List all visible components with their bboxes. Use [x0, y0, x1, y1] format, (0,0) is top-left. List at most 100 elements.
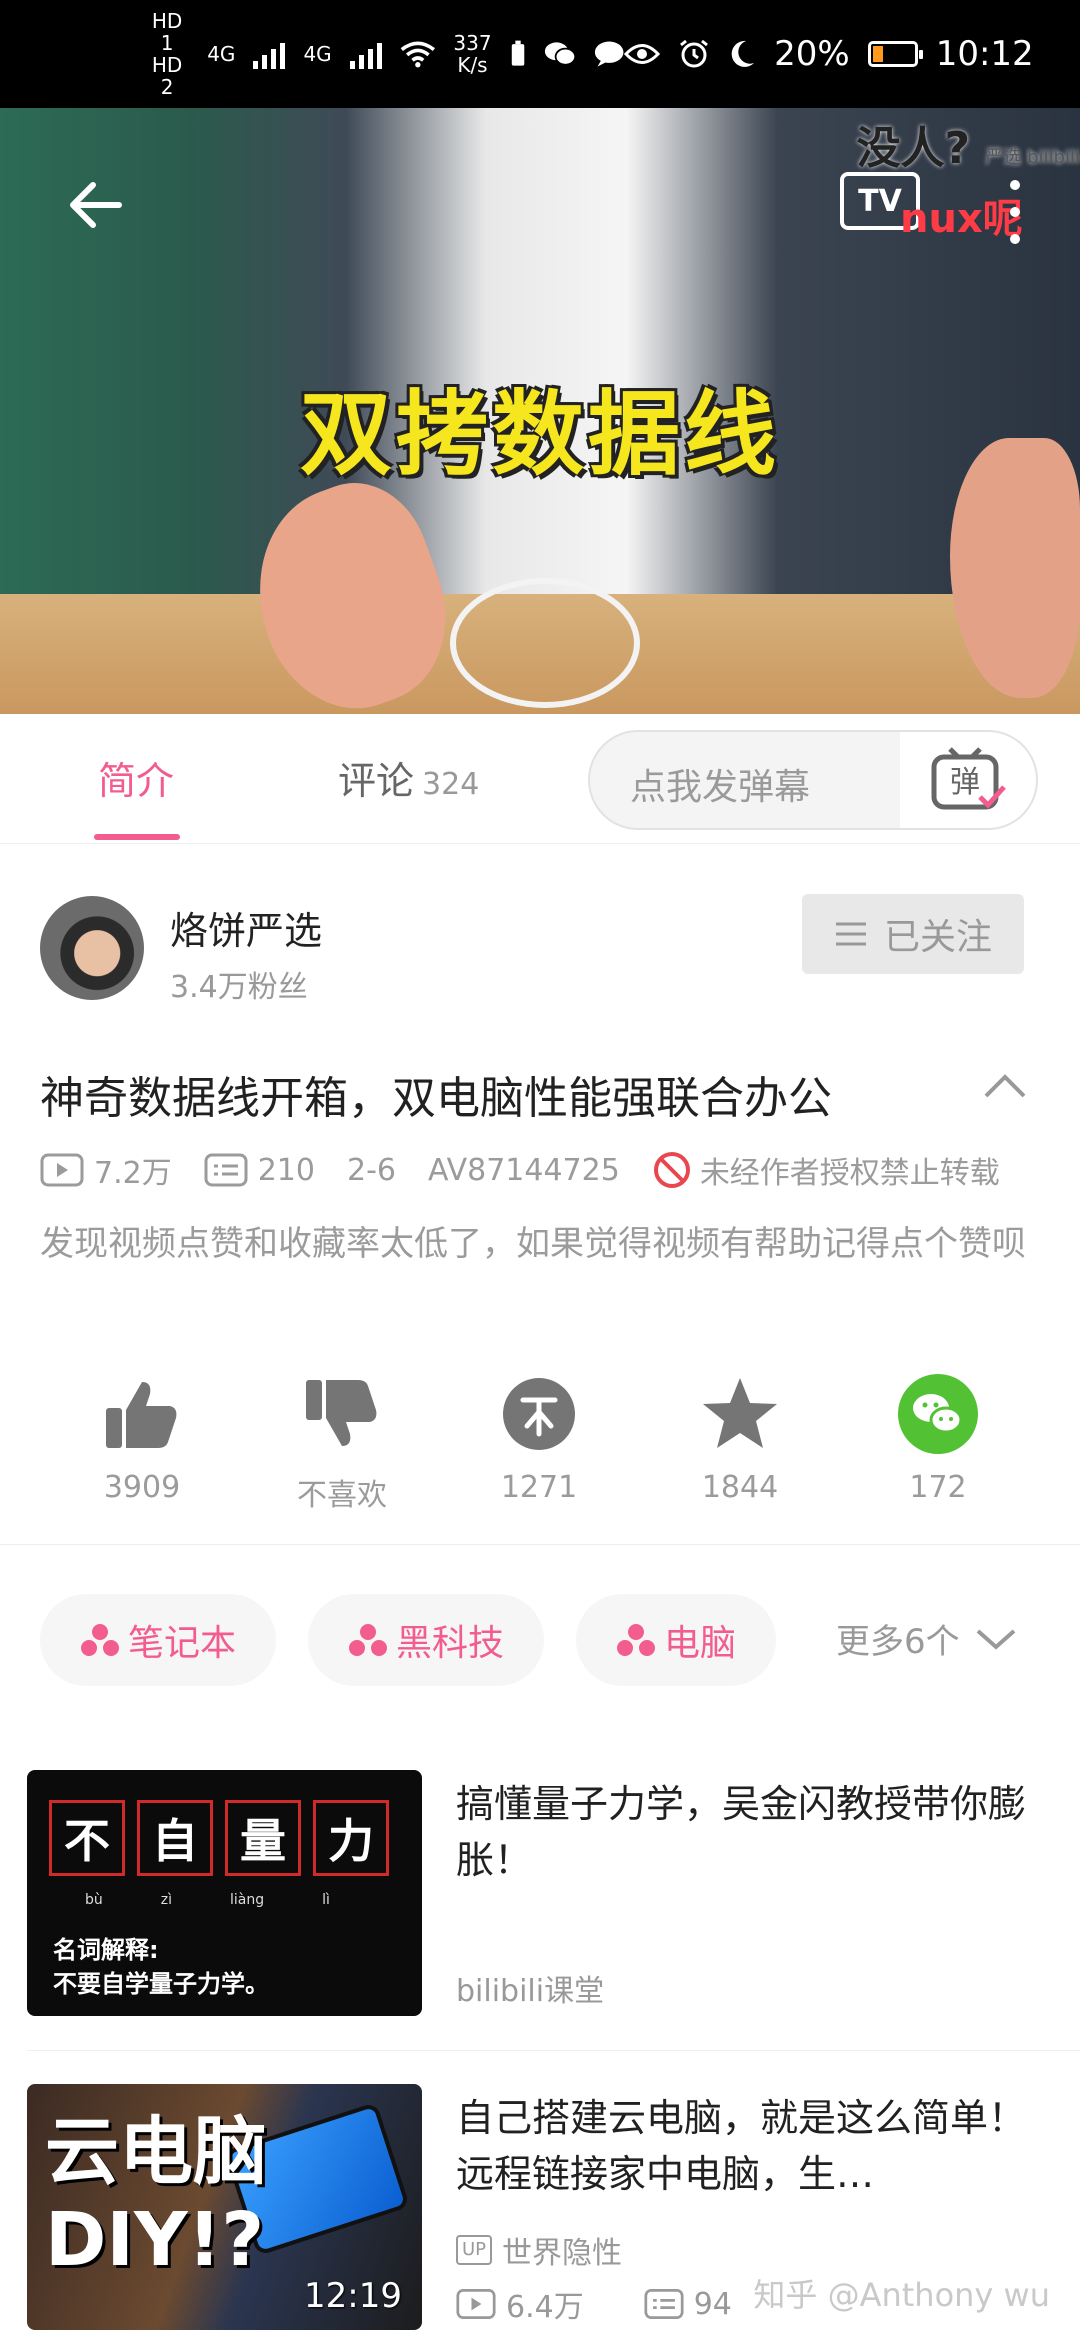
more-options-button[interactable] — [1000, 172, 1030, 252]
author-name[interactable]: 烙饼严选 — [170, 900, 322, 955]
thumb1-char: 不 — [49, 1800, 125, 1876]
thumb1-char: 自 — [137, 1800, 213, 1876]
wechat-share-icon — [898, 1374, 978, 1454]
thumb2-text: 云电脑 DIY!? — [45, 2108, 267, 2284]
related-duration-2: 12:19 — [304, 2276, 402, 2316]
related-title-1[interactable]: 搞懂量子力学，吴金闪教授带你膨胀！ — [456, 1776, 1056, 1888]
tag-dots-icon — [80, 1624, 119, 1656]
coin-button[interactable]: 1271 — [469, 1372, 609, 1505]
chevron-up-icon — [984, 1074, 1026, 1098]
related-danmaku-2-count: 94 — [693, 2286, 732, 2322]
signal-icon-2 — [349, 39, 382, 69]
tag-tech[interactable]: 黑科技 — [308, 1594, 544, 1686]
like-count: 3909 — [103, 1470, 181, 1505]
signal-icon — [253, 39, 286, 69]
coin-count: 1271 — [500, 1470, 578, 1505]
collapse-button[interactable] — [980, 1062, 1030, 1112]
thumb1-line2: 不要自学量子力学。 — [53, 1970, 269, 1998]
notification-battery-icon — [511, 40, 524, 66]
battery-percent: 20% — [774, 34, 850, 74]
dislike-button[interactable]: 不喜欢 — [272, 1372, 412, 1514]
tag-laptop-label: 笔记本 — [127, 1623, 236, 1664]
zhihu-watermark: 知乎 @Anthony wu — [753, 2276, 1050, 2314]
status-left: HD 1 HD 2 4G 4G 337 K/s — [145, 10, 624, 98]
clock: 10:12 — [935, 34, 1034, 74]
eye-comfort-icon — [624, 44, 661, 64]
speed-unit: K/s — [457, 53, 488, 77]
status-bar: HD 1 HD 2 4G 4G 337 K/s 20% 10:12 — [0, 0, 1080, 108]
alarm-icon — [680, 39, 709, 68]
tab-comments-count: 324 — [422, 767, 480, 802]
message-notification-icon — [594, 41, 624, 67]
thumbs-down-icon — [306, 1380, 377, 1446]
danmaku-placeholder: 点我发弹幕 — [630, 767, 811, 808]
author-fans: 3.4万粉丝 — [170, 970, 308, 1005]
video-watermark: 没人? 严选 bilibili — [857, 112, 1080, 176]
coin-icon — [503, 1378, 575, 1450]
tag-tech-label: 黑科技 — [395, 1623, 504, 1664]
repost-warning-text: 未经作者授权禁止转载 — [699, 1156, 1000, 1191]
wechat-notification-icon — [544, 42, 576, 66]
video-meta: 7.2万 210 2-6 AV87144725 未经作者授权禁止转载 — [40, 1148, 1000, 1192]
tag-computer-label: 电脑 — [663, 1623, 736, 1664]
tag-laptop[interactable]: 笔记本 — [40, 1594, 276, 1686]
star-icon — [703, 1378, 777, 1448]
menu-lines-icon — [835, 922, 866, 946]
share-button[interactable]: 172 — [868, 1372, 1008, 1505]
like-button[interactable]: 3909 — [72, 1372, 212, 1505]
related-title-2[interactable]: 自己搭建云电脑，就是这么简单！远程链接家中电脑，生… — [456, 2090, 1056, 2202]
tab-intro[interactable]: 简介 — [98, 750, 174, 805]
video-watermark-text: 没人? — [856, 123, 971, 174]
tag-dots-icon — [616, 1624, 655, 1656]
related-divider — [27, 2050, 1080, 2051]
tag-computer[interactable]: 电脑 — [576, 1594, 776, 1686]
do-not-disturb-moon-icon — [731, 40, 755, 67]
detail-tabs: 简介 评论 324 点我发弹幕 弹 — [0, 714, 1080, 844]
author-avatar[interactable] — [40, 896, 144, 1000]
up-badge: UP — [456, 2235, 493, 2265]
more-dot-icon — [1010, 180, 1020, 191]
thumb1-pinyin: bù zì liàng lì — [85, 1892, 330, 1908]
more-dot-icon — [1010, 206, 1020, 217]
play-count-icon — [456, 2289, 496, 2319]
forbidden-icon — [653, 1152, 690, 1188]
hd-indicators: HD 1 HD 2 — [145, 10, 189, 98]
battery-icon — [867, 41, 923, 67]
danmaku-toggle-button[interactable]: 弹 — [900, 732, 1036, 828]
network-speed: 337 K/s — [453, 32, 491, 76]
publish-date: 2-6 — [346, 1152, 396, 1188]
thumb1-chars: 不 自 量 力 — [49, 1800, 389, 1876]
tags-more-button[interactable]: 更多6个 — [836, 1614, 1018, 1663]
video-player[interactable]: 双拷数据线 没人? 严选 bilibili TV nux呢 — [0, 108, 1080, 714]
hd2-label: HD 2 — [151, 53, 183, 99]
follow-button[interactable]: 已关注 — [802, 894, 1024, 974]
play-count-icon — [40, 1153, 84, 1187]
thumb1-pinyin-item: bù — [85, 1892, 103, 1908]
views-count: 7.2万 — [94, 1156, 172, 1191]
meta-date: 2-6 — [347, 1153, 396, 1188]
video-watermark-small: 严选 bilibili — [985, 147, 1080, 168]
tags-more-label: 更多6个 — [836, 1622, 960, 1662]
speed-value: 337 — [453, 31, 492, 55]
thumb1-pinyin-item: lì — [322, 1892, 330, 1908]
thumb1-pinyin-item: zì — [160, 1892, 173, 1908]
follow-button-label: 已关注 — [883, 917, 992, 958]
related-views-2: 6.4万 — [456, 2282, 584, 2326]
related-thumbnail-1[interactable]: 不 自 量 力 bù zì liàng lì 名词解释: 不要自学量子力学。 — [27, 1770, 422, 2016]
related-uploader-2-name: 世界隐性 — [502, 2236, 623, 2271]
danmaku-input[interactable]: 点我发弹幕 弹 — [588, 730, 1038, 830]
related-stats-2: 6.4万 94 — [456, 2282, 732, 2326]
danmaku-icon: 弹 — [931, 747, 1006, 810]
back-button[interactable] — [60, 170, 130, 240]
favorite-button[interactable]: 1844 — [670, 1372, 810, 1505]
network-type-2: 4G — [303, 42, 332, 66]
thumb1-pinyin-item: liàng — [230, 1892, 265, 1908]
meta-views: 7.2万 — [40, 1148, 172, 1192]
video-scene-cable — [450, 578, 640, 708]
section-divider — [0, 1544, 1080, 1545]
related-thumbnail-2[interactable]: 云电脑 DIY!? 12:19 — [27, 2084, 422, 2330]
share-count: 172 — [909, 1470, 967, 1505]
tab-comments[interactable]: 评论 324 — [338, 750, 479, 805]
danmaku-count-icon — [644, 2289, 684, 2319]
meta-danmaku: 210 — [204, 1153, 315, 1188]
